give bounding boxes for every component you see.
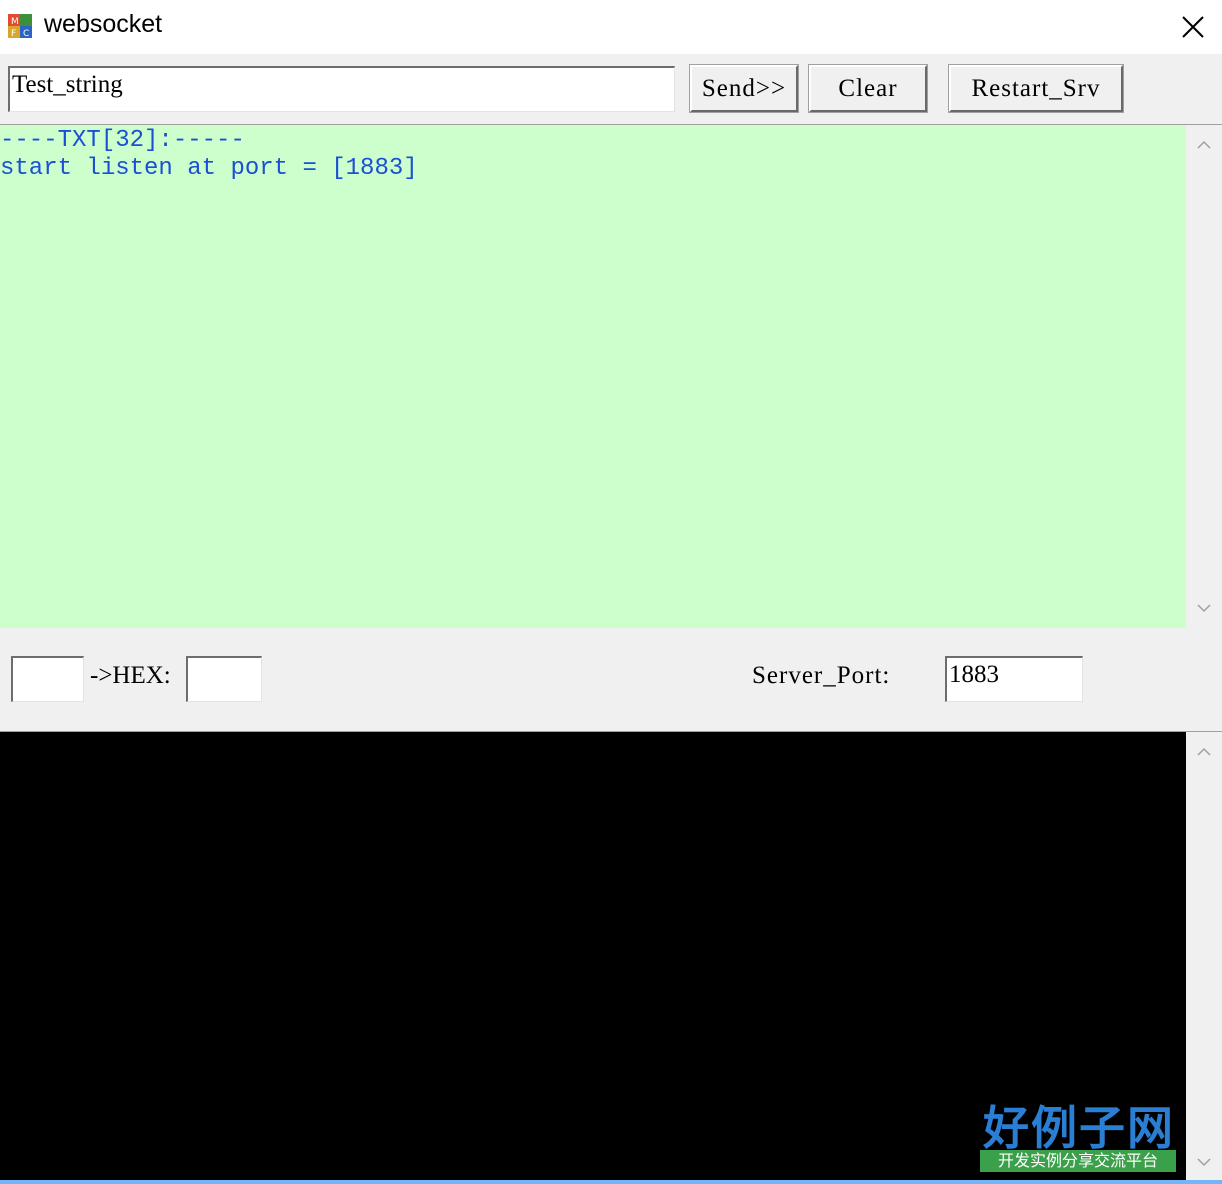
taskbar-edge xyxy=(0,1180,1222,1184)
chevron-up-icon xyxy=(1197,140,1211,149)
hex-input[interactable] xyxy=(11,656,84,702)
svg-text:F: F xyxy=(11,29,16,39)
scroll-up-button[interactable] xyxy=(1186,734,1222,770)
log-line: ----TXT[32]:----- xyxy=(0,127,245,154)
scroll-up-button[interactable] xyxy=(1186,127,1222,163)
window-title: websocket xyxy=(44,10,163,38)
mfc-app-icon: M C F xyxy=(6,10,38,42)
title-bar xyxy=(0,0,1222,54)
hex-output[interactable] xyxy=(186,656,262,702)
svg-text:C: C xyxy=(23,29,29,39)
log-output[interactable]: ----TXT[32]:----- start listen at port =… xyxy=(0,125,1186,628)
watermark-subtitle: 开发实例分享交流平台 xyxy=(980,1150,1176,1172)
send-button[interactable]: Send>> xyxy=(689,64,799,113)
scroll-down-button[interactable] xyxy=(1186,590,1222,626)
chevron-up-icon xyxy=(1197,747,1211,756)
message-input[interactable]: Test_string xyxy=(8,66,675,112)
terminal-scrollbar[interactable] xyxy=(1186,732,1222,1180)
log-line: start listen at port = [1883] xyxy=(0,155,418,182)
server-port-label: Server_Port: xyxy=(752,662,891,689)
chevron-down-icon xyxy=(1197,604,1211,613)
clear-button[interactable]: Clear xyxy=(808,64,928,113)
hex-label: ->HEX: xyxy=(90,662,171,689)
chevron-down-icon xyxy=(1197,1158,1211,1167)
server-port-input[interactable]: 1883 xyxy=(945,656,1083,702)
restart-server-button[interactable]: Restart_Srv xyxy=(948,64,1124,113)
close-icon xyxy=(1182,16,1204,38)
svg-text:M: M xyxy=(11,17,19,27)
watermark-title: 好例子网 xyxy=(983,1101,1175,1155)
scroll-down-button[interactable] xyxy=(1186,1144,1222,1180)
close-button[interactable] xyxy=(1164,0,1222,54)
watermark-logo: 好例子网 开发实例分享交流平台 xyxy=(978,1092,1180,1174)
log-scrollbar[interactable] xyxy=(1186,125,1222,628)
